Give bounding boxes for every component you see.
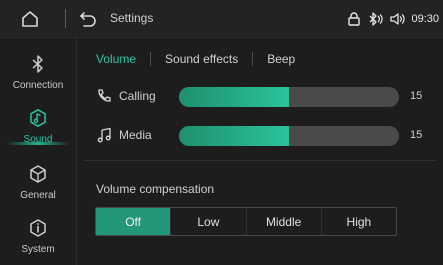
compensation-option-off[interactable]: Off <box>96 208 171 235</box>
header-divider <box>65 9 66 28</box>
calling-volume-fill <box>179 87 289 107</box>
calling-volume-slider[interactable] <box>179 87 399 107</box>
sidebar: Connection Sound General System <box>0 38 77 265</box>
music-note-icon <box>96 127 112 143</box>
active-indicator <box>6 142 70 145</box>
tab-divider <box>252 52 254 66</box>
settings-screen: Settings 09:30 Connection Sound General … <box>0 0 443 265</box>
calling-label: Calling <box>119 89 156 103</box>
tab-volume[interactable]: Volume <box>96 52 136 66</box>
compensation-option-middle[interactable]: Middle <box>245 208 321 235</box>
media-label: Media <box>119 128 152 142</box>
media-volume-row: Media 15 <box>96 125 436 147</box>
music-note-icon <box>28 108 48 128</box>
page-title: Settings <box>110 11 154 25</box>
sidebar-item-label: General <box>20 190 56 201</box>
media-volume-slider[interactable] <box>179 126 399 146</box>
sidebar-item-general[interactable]: General <box>0 156 76 210</box>
back-icon[interactable] <box>78 9 98 29</box>
sidebar-item-label: Connection <box>12 80 64 91</box>
calling-volume-value: 15 <box>410 90 423 102</box>
sidebar-item-connection[interactable]: Connection <box>0 46 76 100</box>
info-icon <box>28 218 48 238</box>
calling-volume-row: Calling 15 <box>96 86 436 108</box>
top-bar: Settings 09:30 <box>0 0 443 38</box>
clock: 09:30 <box>411 13 439 25</box>
tab-beep[interactable]: Beep <box>267 52 295 66</box>
sidebar-item-system[interactable]: System <box>0 210 76 264</box>
sidebar-item-sound[interactable]: Sound <box>0 100 76 154</box>
lock-icon <box>347 12 361 26</box>
compensation-option-high[interactable]: High <box>320 208 396 235</box>
tab-divider <box>150 52 152 66</box>
status-area: 09:30 <box>347 10 439 28</box>
sidebar-item-label: System <box>21 244 55 255</box>
settings-cube-icon <box>28 164 48 184</box>
bluetooth-icon <box>28 54 48 74</box>
sound-tabs: Volume Sound effects Beep <box>96 50 295 68</box>
media-volume-fill <box>179 126 289 146</box>
compensation-option-low[interactable]: Low <box>170 208 245 235</box>
volume-icon <box>389 12 406 26</box>
tab-sound-effects[interactable]: Sound effects <box>165 52 238 66</box>
phone-icon <box>96 88 112 104</box>
bluetooth-icon <box>367 12 384 26</box>
media-volume-value: 15 <box>410 129 423 141</box>
section-divider <box>84 160 436 161</box>
home-icon[interactable] <box>20 9 40 29</box>
volume-compensation-selector: Off Low Middle High <box>95 207 397 236</box>
volume-compensation-label: Volume compensation <box>96 182 215 196</box>
